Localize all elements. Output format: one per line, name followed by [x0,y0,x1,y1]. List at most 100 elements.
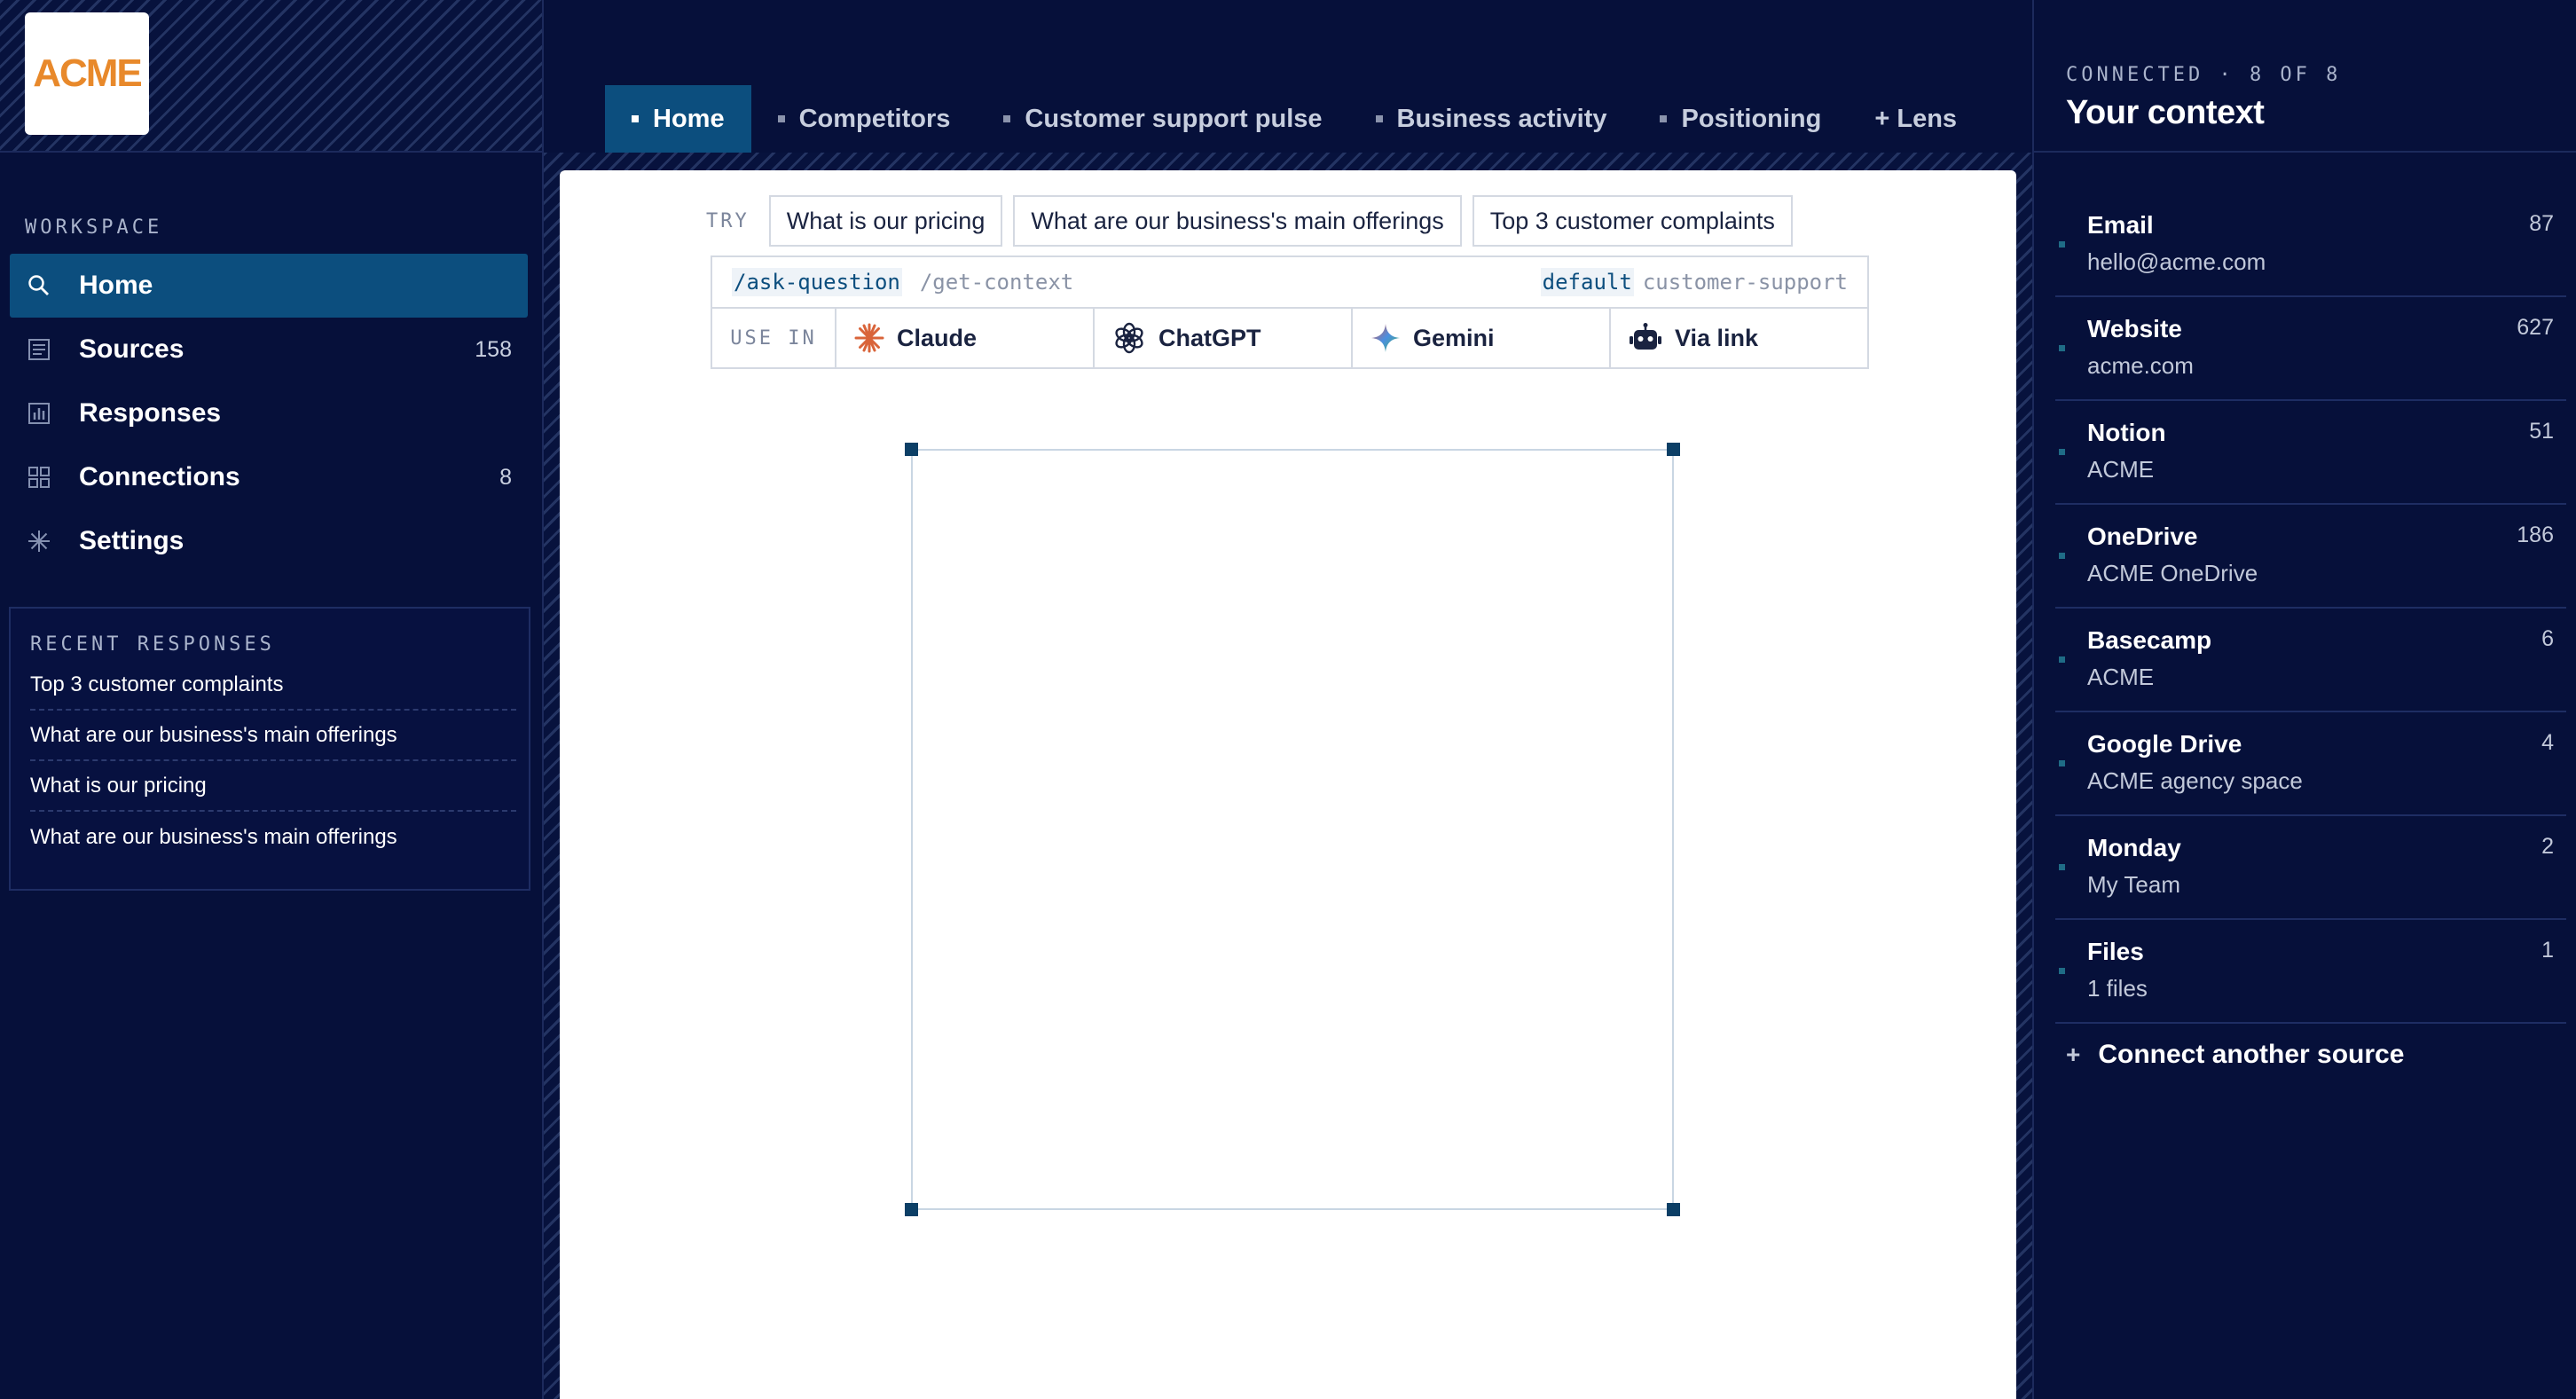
connected-count-label: CONNECTED · 8 OF 8 [2066,64,2342,86]
tab-dot-icon [1660,115,1668,122]
use-in-label-gemini: Gemini [1413,324,1495,351]
resize-handle-top-right[interactable] [1667,443,1680,456]
tab-positioning[interactable]: Positioning [1633,85,1848,153]
source-name: Google Drive [2087,730,2242,758]
use-in-label: USE IN [712,309,836,367]
sidebar-item-label: Sources [79,334,185,364]
sidebar-item-count: 158 [475,336,512,362]
bar-chart-icon [27,402,63,425]
claude-icon [854,323,884,353]
tab-label: Home [653,104,725,133]
use-in-claude-button[interactable]: Claude [836,309,1095,367]
search-icon [27,274,63,297]
tab-label: Customer support pulse [1025,104,1323,133]
robot-icon [1630,323,1661,350]
logo-area: ACME [0,0,542,153]
suggestion-chip[interactable]: What are our business's main offerings [1013,195,1462,247]
source-item-monday[interactable]: Monday My Team 2 [2055,816,2566,920]
command-bar: /ask-question /get-context default custo… [711,255,1869,309]
sidebar-item-count: 8 [499,464,512,490]
resize-handle-bottom-right[interactable] [1667,1203,1680,1216]
status-dot-icon [2059,760,2065,766]
sidebar-item-sources[interactable]: Sources 158 [10,318,528,381]
plus-icon: + [2066,1041,2081,1068]
add-lens-button[interactable]: + Lens [1848,85,1983,153]
tab-dot-icon [1375,115,1383,122]
source-detail: ACME [2087,664,2155,690]
profile-default-label[interactable]: default [1540,268,1634,296]
lens-tabs: Home Competitors Customer support pulse … [605,85,1983,153]
profile-customer-support[interactable]: customer-support [1643,270,1848,295]
tab-label: Positioning [1681,104,1822,133]
source-detail: 1 files [2087,975,2148,1002]
resizable-canvas[interactable] [905,443,1680,1216]
recent-response-item[interactable]: Top 3 customer complaints [30,660,516,711]
recent-response-item[interactable]: What are our business's main offerings [30,812,516,862]
use-in-bar: USE IN Claude ChatGPT Gemini Via link [711,307,1869,369]
sidebar-item-responses[interactable]: Responses [10,381,528,445]
source-item-website[interactable]: Website acme.com 627 [2055,297,2566,401]
resize-handle-bottom-left[interactable] [905,1203,918,1216]
use-in-gemini-button[interactable]: Gemini [1353,309,1611,367]
try-label: TRY [706,209,750,232]
source-detail: ACME agency space [2087,767,2303,794]
recent-responses: RECENT RESPONSES Top 3 customer complain… [9,607,530,891]
source-count: 6 [2541,626,2554,651]
command-ask-question[interactable]: /ask-question [732,268,902,296]
workspace-label: WORKSPACE [25,216,163,239]
status-dot-icon [2059,241,2065,248]
tab-label: Business activity [1396,104,1607,133]
acme-logo[interactable]: ACME [25,12,149,135]
try-suggestions: TRY What is our pricing What are our bus… [706,195,1803,247]
connect-another-source-button[interactable]: + Connect another source [2066,1040,2404,1070]
sidebar-item-label: Settings [79,526,185,555]
source-name: Email [2087,211,2154,239]
use-in-label-chatgpt: ChatGPT [1158,324,1261,351]
tab-label: Competitors [798,104,951,133]
source-item-notion[interactable]: Notion ACME 51 [2055,401,2566,505]
source-item-google-drive[interactable]: Google Drive ACME agency space 4 [2055,712,2566,816]
recent-response-item[interactable]: What is our pricing [30,761,516,812]
context-sidebar: CONNECTED · 8 OF 8 Your context Email he… [2032,0,2576,1399]
grid-icon [27,466,63,489]
suggestion-chip[interactable]: What is our pricing [768,195,1003,247]
context-sources-list: Email hello@acme.com 87 Website acme.com… [2055,193,2566,1024]
sidebar-item-home[interactable]: Home [10,254,528,318]
suggestion-chip[interactable]: Top 3 customer complaints [1472,195,1793,247]
source-count: 1 [2541,938,2554,963]
left-sidebar: ACME WORKSPACE Home Sources 158 Response… [0,0,544,1399]
recent-response-item[interactable]: What are our business's main offerings [30,711,516,761]
tab-home[interactable]: Home [605,85,751,153]
source-detail: ACME OneDrive [2087,560,2258,586]
source-name: Basecamp [2087,626,2212,654]
tab-dot-icon [1003,115,1011,122]
source-name: Website [2087,315,2182,342]
status-dot-icon [2059,345,2065,351]
status-dot-icon [2059,968,2065,974]
source-name: OneDrive [2087,523,2198,550]
chatgpt-icon [1115,322,1143,354]
tab-competitors[interactable]: Competitors [751,85,978,153]
use-in-label-via-link: Via link [1675,324,1759,351]
source-item-basecamp[interactable]: Basecamp ACME 6 [2055,609,2566,712]
tab-label: + Lens [1874,104,1958,133]
source-item-files[interactable]: Files 1 files 1 [2055,920,2566,1024]
asterisk-icon [27,530,63,553]
sidebar-item-connections[interactable]: Connections 8 [10,445,528,509]
source-item-onedrive[interactable]: OneDrive ACME OneDrive 186 [2055,505,2566,609]
connect-another-source-label: Connect another source [2098,1040,2405,1069]
tab-customer-support-pulse[interactable]: Customer support pulse [977,85,1348,153]
use-in-label-claude: Claude [897,324,978,351]
use-in-via-link-button[interactable]: Via link [1611,309,1867,367]
status-dot-icon [2059,656,2065,663]
use-in-chatgpt-button[interactable]: ChatGPT [1095,309,1353,367]
resize-handle-top-left[interactable] [905,443,918,456]
recent-responses-title: RECENT RESPONSES [30,633,275,656]
source-item-email[interactable]: Email hello@acme.com 87 [2055,193,2566,297]
sidebar-item-settings[interactable]: Settings [10,509,528,573]
tab-business-activity[interactable]: Business activity [1349,85,1634,153]
command-get-context[interactable]: /get-context [920,270,1073,295]
source-count: 4 [2541,730,2554,755]
sidebar-item-label: Home [79,271,153,300]
sidebar-item-label: Responses [79,398,222,428]
